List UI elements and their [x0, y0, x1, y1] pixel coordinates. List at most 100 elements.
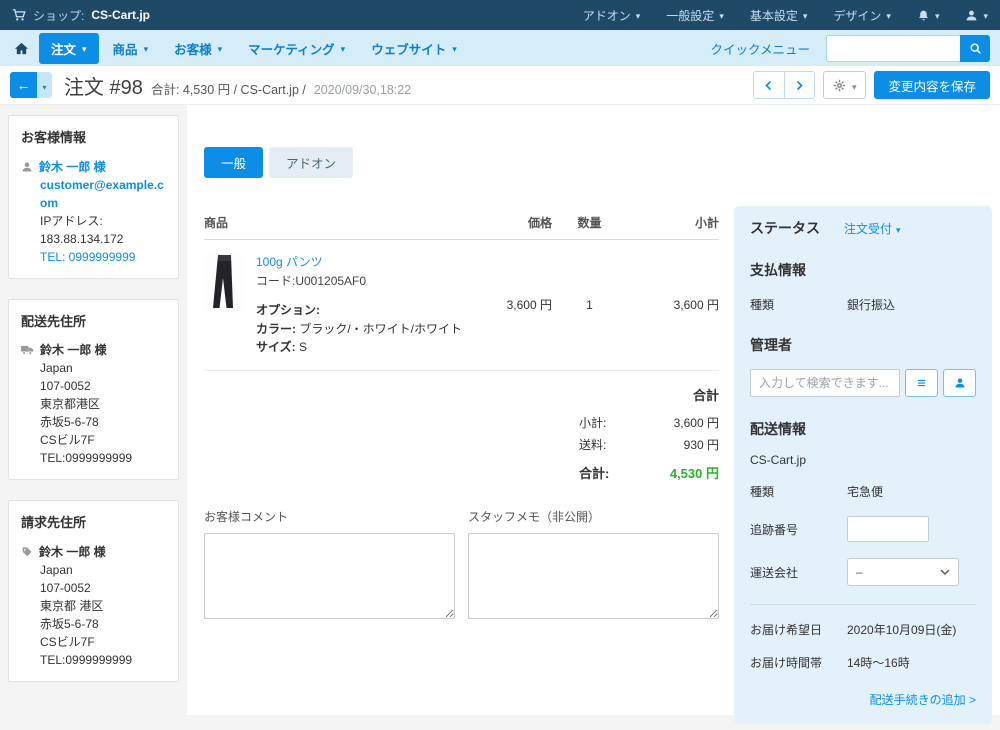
topbar-menu-basic-settings[interactable]: 基本設定 — [750, 7, 808, 24]
admin-title: 管理者 — [750, 337, 792, 353]
address-line: 107-0052 — [40, 379, 91, 393]
customer-comment-label: お客様コメント — [204, 509, 289, 524]
add-shipment-link[interactable]: 配送手続きの追加 > — [870, 693, 976, 707]
chevron-right-icon — [794, 80, 804, 91]
nav-item-products[interactable]: 商品 — [101, 33, 161, 64]
option-color: カラー: ブラック/・ホワイト/ホワイト — [256, 321, 463, 336]
tracking-number-input[interactable] — [847, 516, 929, 542]
save-button[interactable]: 変更内容を保存 — [874, 71, 990, 99]
chevron-down-icon — [852, 78, 857, 93]
ip-value: 183.88.134.172 — [40, 231, 124, 246]
gear-button[interactable] — [822, 71, 867, 99]
chevron-down-icon — [719, 8, 724, 22]
search-icon — [969, 42, 982, 55]
grand-total-value: 4,530 円 — [669, 465, 719, 481]
delivery-time-row: お届け時間帯 14時〜16時 — [750, 656, 910, 670]
customer-name-link[interactable]: 鈴木 一郎 様 — [39, 158, 106, 176]
home-button[interactable] — [14, 41, 29, 56]
carrier-select[interactable]: – — [847, 558, 959, 586]
chevron-down-icon — [896, 222, 901, 236]
address-line: Japan — [40, 361, 73, 375]
admin-list-button[interactable]: ≡ — [905, 369, 938, 397]
nav-label: 商品 — [112, 42, 138, 57]
global-search-box — [826, 34, 990, 62]
column-header-qty: 数量 — [552, 206, 627, 240]
nav-item-marketing[interactable]: マーケティング — [236, 33, 357, 64]
nav-label: お客様 — [174, 42, 212, 57]
user-icon — [954, 377, 966, 389]
totals-shipping-row: 送料: 930 円 — [579, 437, 719, 452]
shop-name-link[interactable]: CS-Cart.jp — [91, 8, 150, 22]
order-status-panel: ステータス 注文受付 支払情報 種類 銀行振込 管理者 ≡ — [734, 206, 992, 724]
customer-info-card: お客様情報 鈴木 一郎 様 customer@example.com IPアドレ… — [8, 115, 179, 279]
product-name-link[interactable]: 100g パンツ — [256, 253, 323, 270]
billing-name: 鈴木 一郎 様 — [39, 544, 106, 559]
topbar-menu-general-settings[interactable]: 一般設定 — [666, 7, 724, 24]
nav-item-customers[interactable]: お客様 — [162, 33, 234, 64]
customer-email-link[interactable]: customer@example.com — [40, 178, 164, 210]
tab-general[interactable]: 一般 — [204, 147, 264, 178]
address-line: 東京都 港区 — [40, 598, 104, 613]
topbar-menu-design[interactable]: デザイン — [833, 7, 891, 24]
billing-address-card: 請求先住所 鈴木 一郎 様 Japan 107-0052 東京都 港区 赤坂5-… — [8, 500, 179, 682]
shipping-company: CS-Cart.jp — [750, 453, 807, 467]
chevron-down-icon — [82, 41, 87, 55]
next-order-button[interactable] — [783, 71, 815, 99]
panel-divider — [750, 604, 976, 605]
admin-user-button[interactable] — [943, 369, 976, 397]
chevron-down-icon — [636, 8, 641, 22]
product-image — [204, 253, 244, 311]
address-line: TEL:0999999999 — [40, 451, 133, 465]
shipping-name: 鈴木 一郎 様 — [40, 343, 107, 357]
search-button[interactable] — [960, 34, 990, 62]
prev-order-button[interactable] — [752, 71, 784, 99]
home-icon — [14, 41, 29, 56]
chevron-down-icon — [935, 8, 940, 22]
admin-assign-row: ≡ — [750, 369, 976, 397]
nav-item-orders[interactable]: 注文 — [39, 32, 99, 64]
card-title: お客様情報 — [21, 130, 87, 145]
item-qty: 1 — [552, 239, 627, 371]
search-input[interactable] — [826, 34, 960, 62]
admin-search-input[interactable] — [750, 369, 900, 397]
column-header-price: 価格 — [467, 206, 552, 240]
chevron-down-icon — [218, 41, 223, 55]
tracking-number-row: 追跡番号 — [750, 516, 976, 542]
topbar-menu-addons[interactable]: アドオン — [583, 7, 641, 24]
totals-grand-row: 合計: 4,530 円 — [579, 463, 719, 482]
back-button[interactable]: ← — [10, 72, 37, 98]
staff-memo-textarea[interactable] — [468, 532, 719, 619]
arrow-left-icon: ← — [16, 77, 31, 93]
bell-icon — [917, 9, 930, 22]
options-label: オプション: — [256, 303, 320, 317]
order-date: 2020/09/30,18:22 — [313, 82, 412, 97]
quick-menu-link[interactable]: クイックメニュー — [710, 39, 810, 58]
staff-memo-label: スタッフメモ（非公開） — [468, 509, 601, 524]
order-main-panel: 一般 アドオン 商品 価格 数量 小計 100g パンツ コード:U001205… — [187, 105, 1000, 724]
order-totals: 合計 小計: 3,600 円 送料: 930 円 合計: 4,530 円 — [579, 385, 719, 482]
customer-comment-textarea[interactable] — [204, 532, 455, 619]
totals-subtotal-row: 小計: 3,600 円 — [579, 415, 719, 430]
chevron-down-icon — [886, 8, 891, 22]
tab-addons[interactable]: アドオン — [269, 147, 354, 178]
order-pager — [752, 71, 815, 99]
status-dropdown[interactable]: 注文受付 — [844, 220, 901, 237]
address-line: 東京都港区 — [40, 397, 101, 411]
carrier-row: 運送会社 – — [750, 558, 976, 586]
back-dropdown-button[interactable] — [37, 72, 52, 98]
gear-icon — [833, 79, 846, 92]
order-sidebar: お客様情報 鈴木 一郎 様 customer@example.com IPアドレ… — [0, 105, 187, 692]
status-label: ステータス — [750, 220, 820, 236]
notifications-button[interactable] — [917, 8, 940, 22]
user-icon — [965, 9, 978, 22]
customer-phone-link[interactable]: TEL: 0999999999 — [40, 250, 135, 264]
menu-label: デザイン — [833, 8, 882, 23]
account-button[interactable] — [965, 8, 988, 22]
shop-selector[interactable]: ショップ: CS-Cart.jp — [12, 7, 583, 24]
shipping-address-card: 配送先住所 鈴木 一郎 様 Japan 107-0052 東京都港区 赤坂5-6… — [8, 298, 179, 480]
address-line: CSビル7F — [40, 433, 95, 447]
page-title: 注文 #98 合計: 4,530 円 / CS-Cart.jp / 2020/0… — [64, 71, 411, 100]
nav-item-website[interactable]: ウェブサイト — [359, 33, 469, 64]
comments-section: お客様コメント スタッフメモ（非公開） — [204, 508, 719, 622]
chevron-down-icon — [144, 41, 149, 55]
